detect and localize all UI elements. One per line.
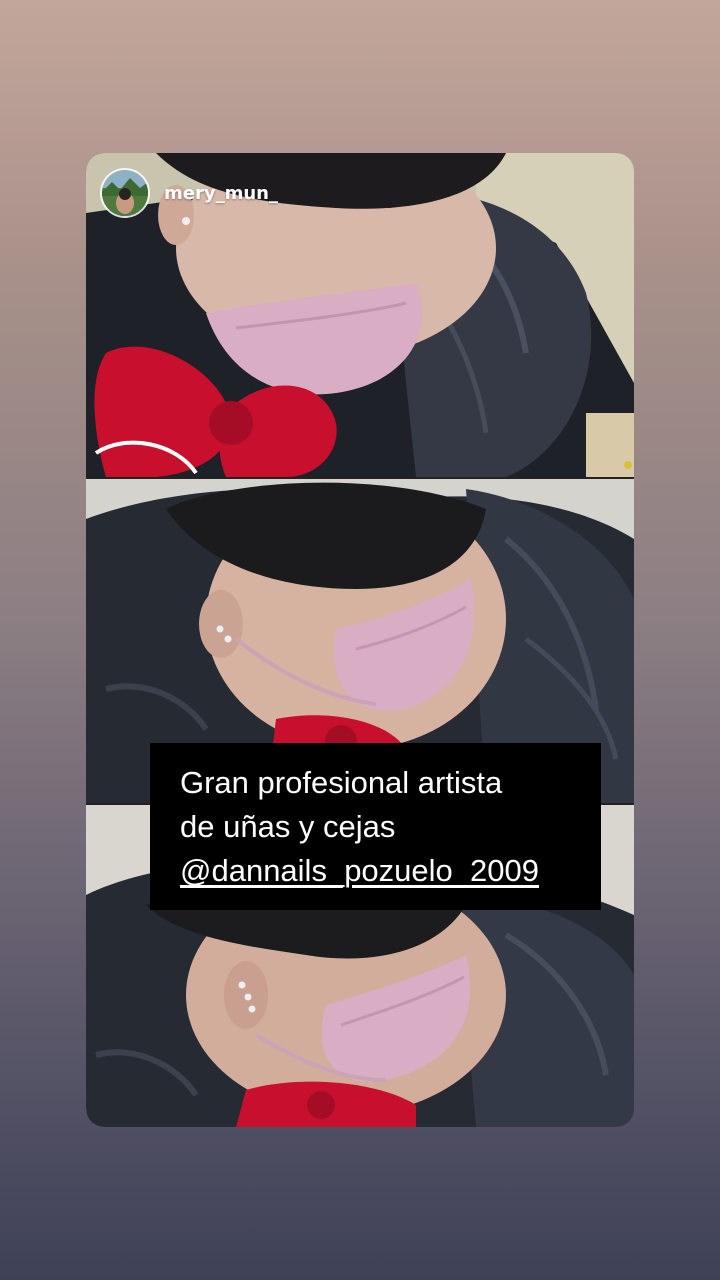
story-header[interactable]: mery_mun_ — [100, 167, 278, 219]
caption-box: Gran profesional artista de uñas y cejas… — [150, 743, 601, 910]
story-card[interactable] — [86, 153, 634, 1127]
profile-avatar[interactable] — [100, 168, 150, 218]
story-username[interactable]: mery_mun_ — [164, 183, 278, 204]
mention-link[interactable]: @dannails_pozuelo_2009 — [180, 849, 601, 893]
caption-line-1: Gran profesional artista — [180, 765, 503, 800]
caption-line-2: de uñas y cejas — [180, 809, 396, 844]
